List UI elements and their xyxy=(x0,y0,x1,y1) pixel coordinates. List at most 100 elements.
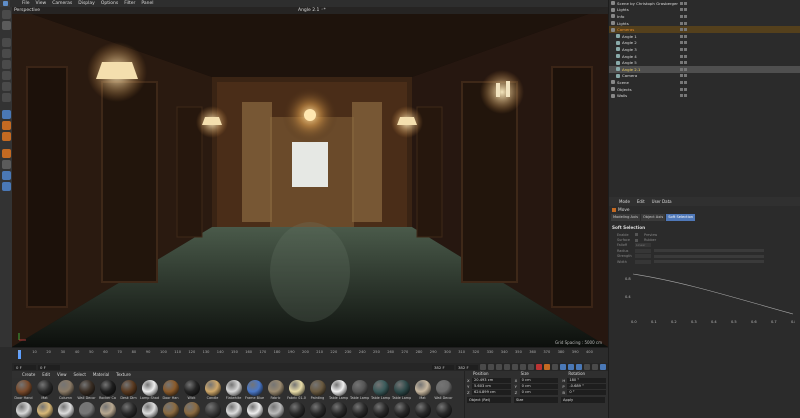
timeline-ruler[interactable]: 0 10 20 30 40 50 60 70 80 90 100 110 120 130 140 150 160… xyxy=(12,350,608,359)
attribute-tab[interactable]: Object Axis xyxy=(640,214,666,221)
viewport-solo-icon[interactable] xyxy=(1,182,11,191)
falloff-select[interactable]: Linear xyxy=(635,243,651,248)
coord-value-field[interactable]: 624.899 cm xyxy=(472,389,511,395)
object-row[interactable]: Angle 1 xyxy=(609,33,800,40)
attribute-checkbox[interactable] xyxy=(635,238,638,242)
attribute-field[interactable] xyxy=(635,254,651,259)
material-swatch[interactable]: Rocker Ca xyxy=(98,380,117,400)
prev-frame-icon[interactable] xyxy=(496,364,502,370)
object-row[interactable]: Angle 2 xyxy=(609,40,800,47)
object-flags[interactable] xyxy=(680,61,687,65)
falloff-curve[interactable]: 0.8 0.4 0.0 0.1 0.2 0.3 0.4 0.5 0.6 0.7 0.8 xyxy=(615,268,795,328)
material-menu-item[interactable]: Texture xyxy=(116,372,131,377)
material-swatch[interactable]: Table Lamp xyxy=(371,380,390,400)
material-swatch[interactable] xyxy=(224,402,243,418)
object-row[interactable]: Cameras xyxy=(609,26,800,33)
coord-size-select[interactable]: Size xyxy=(514,397,558,403)
interp-icon[interactable] xyxy=(600,364,606,370)
attribute-menu-item[interactable]: Edit xyxy=(637,199,645,204)
material-swatch[interactable]: Door Hand xyxy=(14,380,33,400)
model-mode-icon[interactable] xyxy=(1,38,11,47)
axis-mode-icon[interactable] xyxy=(1,60,11,69)
object-row[interactable]: Scene xyxy=(609,79,800,86)
material-swatch[interactable] xyxy=(308,402,327,418)
material-menu-item[interactable]: Material xyxy=(93,372,109,377)
material-swatch[interactable] xyxy=(77,402,96,418)
material-swatch[interactable]: Column xyxy=(56,380,75,400)
play-icon[interactable] xyxy=(504,364,510,370)
workplane-icon[interactable] xyxy=(1,121,11,130)
edge-mode-icon[interactable] xyxy=(1,82,11,91)
object-flags[interactable] xyxy=(680,80,687,84)
falloff-curve-line[interactable] xyxy=(632,273,794,315)
attribute-tab[interactable]: Modeling Axis xyxy=(611,214,640,221)
object-flags[interactable] xyxy=(680,8,687,12)
grid-icon[interactable] xyxy=(1,160,11,169)
material-swatch[interactable] xyxy=(35,402,54,418)
material-swatch[interactable] xyxy=(161,402,180,418)
apply-button[interactable]: Apply xyxy=(561,397,605,403)
object-flags[interactable] xyxy=(680,94,687,98)
material-swatch[interactable]: Wick xyxy=(182,380,201,400)
next-key-icon[interactable] xyxy=(520,364,526,370)
attribute-menu-item[interactable]: Mode xyxy=(619,199,630,204)
object-row[interactable]: Angle 3 xyxy=(609,46,800,53)
material-swatch[interactable] xyxy=(98,402,117,418)
material-swatch[interactable]: Flatwhite xyxy=(224,380,243,400)
material-swatch[interactable] xyxy=(434,402,453,418)
pla-key-icon[interactable] xyxy=(592,364,598,370)
end-frame-field[interactable]: 382 F xyxy=(432,364,454,370)
menu-item[interactable]: Cameras xyxy=(52,1,72,6)
go-start-icon[interactable] xyxy=(480,364,486,370)
object-row[interactable]: Angle 4 xyxy=(609,53,800,60)
material-swatch[interactable]: Fabric 01-0 xyxy=(287,380,306,400)
object-flags[interactable] xyxy=(680,47,687,51)
material-swatch[interactable]: Wall Decor xyxy=(434,380,453,400)
material-swatch[interactable] xyxy=(350,402,369,418)
material-swatch[interactable]: Lamp Shad xyxy=(140,380,159,400)
go-end-icon[interactable] xyxy=(528,364,534,370)
material-swatch[interactable]: Wall Decor xyxy=(77,380,96,400)
redo-icon[interactable] xyxy=(1,21,11,30)
material-swatch[interactable]: Table Lamp xyxy=(329,380,348,400)
next-frame-icon[interactable] xyxy=(512,364,518,370)
material-swatch[interactable] xyxy=(392,402,411,418)
material-swatch[interactable] xyxy=(140,402,159,418)
object-row[interactable]: Objects xyxy=(609,86,800,93)
menu-item[interactable]: File xyxy=(22,1,30,6)
material-swatch[interactable]: Painting xyxy=(308,380,327,400)
object-flags[interactable] xyxy=(680,21,687,25)
app-icon[interactable] xyxy=(0,0,10,7)
param-key-icon[interactable] xyxy=(584,364,590,370)
position-key-icon[interactable] xyxy=(560,364,566,370)
attribute-slider[interactable] xyxy=(654,249,764,253)
material-swatch[interactable]: Frame Blue xyxy=(245,380,264,400)
menu-item[interactable]: Filter xyxy=(124,1,135,6)
object-flags[interactable] xyxy=(680,54,687,58)
material-swatch[interactable]: Mat xyxy=(413,380,432,400)
material-swatch[interactable]: Fabric xyxy=(266,380,285,400)
material-swatch[interactable] xyxy=(14,402,33,418)
coord-value-field[interactable]: 0 cm xyxy=(519,377,559,383)
coord-value-field[interactable]: 0 ° xyxy=(567,389,607,395)
coord-value-field[interactable]: -0.689 ° xyxy=(567,383,607,389)
material-swatch[interactable] xyxy=(413,402,432,418)
material-swatch[interactable]: Door Han xyxy=(161,380,180,400)
material-menu-item[interactable]: View xyxy=(57,372,67,377)
coord-value-field[interactable]: 180 ° xyxy=(567,377,607,383)
material-swatch[interactable] xyxy=(182,402,201,418)
material-menu-item[interactable]: Select xyxy=(74,372,86,377)
menu-item[interactable]: Options xyxy=(101,1,118,6)
object-flags[interactable] xyxy=(680,28,687,32)
autokey-icon[interactable] xyxy=(544,364,550,370)
lock-icon[interactable] xyxy=(1,149,11,158)
menu-item[interactable]: View xyxy=(36,1,47,6)
material-swatch[interactable] xyxy=(203,402,222,418)
point-mode-icon[interactable] xyxy=(1,71,11,80)
sculpt-icon[interactable] xyxy=(1,132,11,141)
menu-item[interactable]: Panel xyxy=(141,1,153,6)
coord-mode-select[interactable]: Object (Rel) xyxy=(467,397,511,403)
object-flags[interactable] xyxy=(680,87,687,91)
object-flags[interactable] xyxy=(680,14,687,18)
coord-value-field[interactable]: 5.603 cm xyxy=(472,383,511,389)
